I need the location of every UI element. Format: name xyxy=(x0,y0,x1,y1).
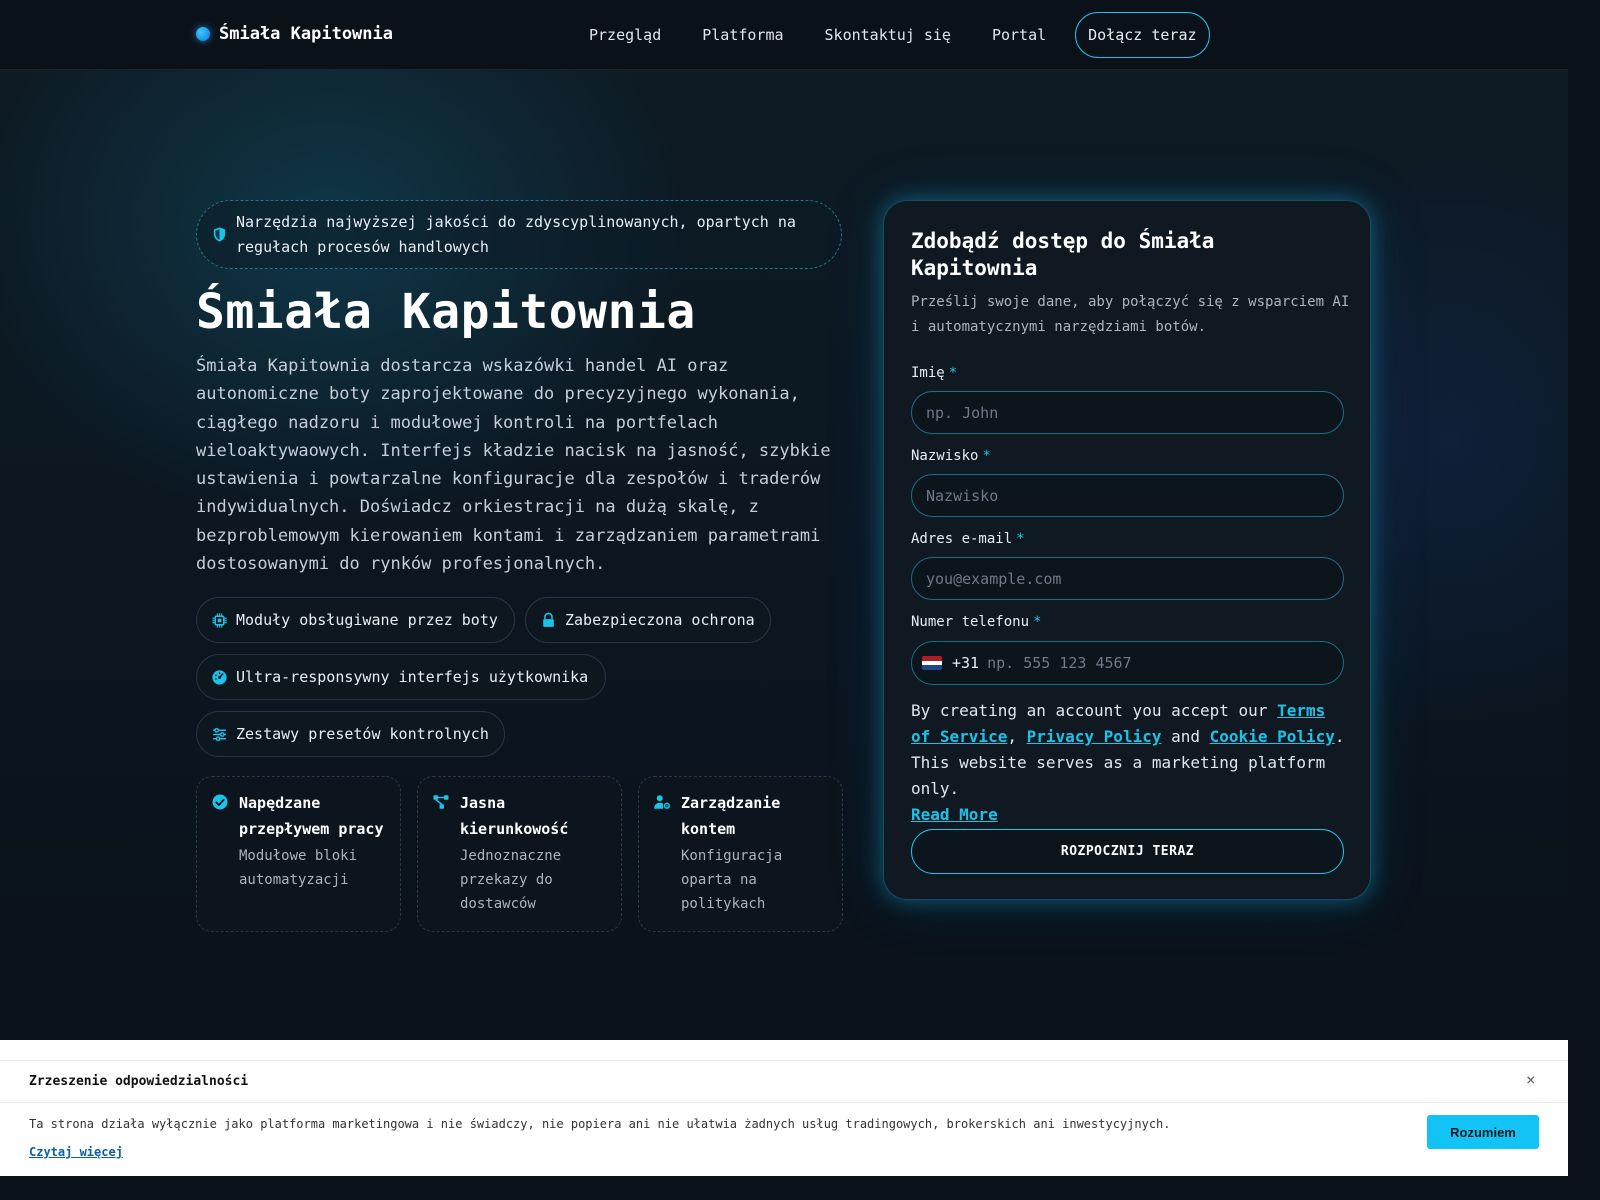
privacy-policy-link[interactable]: Privacy Policy xyxy=(1027,727,1162,746)
disclaimer-banner: Zrzeszenie odpowiedzialności × Ta strona… xyxy=(0,1040,1568,1176)
chip-label: Moduły obsługiwane przez boty xyxy=(236,611,498,629)
lock-icon xyxy=(543,612,554,627)
last-name-label: Nazwisko * xyxy=(911,448,991,464)
chip-label: Zestawy presetów kontrolnych xyxy=(236,725,489,743)
nav-link-portal[interactable]: Portal xyxy=(978,26,1060,44)
top-navbar: Śmiała Kapitownia Przegląd Platforma Sko… xyxy=(0,0,1568,70)
card-description: Modułowe bloki automatyzacji xyxy=(239,848,358,888)
cookie-policy-link[interactable]: Cookie Policy xyxy=(1210,727,1335,746)
user-gear-icon xyxy=(654,795,671,809)
phone-placeholder: np. 555 123 4567 xyxy=(987,654,1132,672)
branch-icon xyxy=(433,795,449,809)
dial-code[interactable]: +31 xyxy=(952,654,979,672)
terms-text: By creating an account you accept our Te… xyxy=(911,701,1345,824)
brand-dot-icon xyxy=(196,27,210,41)
card-workflow: Napędzane przepływem pracy Modułowe blok… xyxy=(196,776,401,932)
chip-label: Ultra-responsywny interfejs użytkownika xyxy=(236,668,589,686)
shield-icon xyxy=(213,227,226,242)
signup-form: Zdobądź dostęp do Śmiała Kapitownia Prze… xyxy=(883,200,1371,900)
last-name-input[interactable]: Nazwisko xyxy=(911,474,1344,517)
nav-link-platform[interactable]: Platforma xyxy=(688,26,797,44)
nav-link-overview[interactable]: Przegląd xyxy=(575,26,675,44)
card-description: Konfiguracja oparta na politykach xyxy=(681,848,783,912)
chip-bot-modules: Moduły obsługiwane przez boty xyxy=(196,597,515,643)
start-now-button[interactable]: ROZPOCZNIJ TERAZ xyxy=(911,829,1344,874)
disclaimer-text: Ta strona działa wyłącznie jako platform… xyxy=(29,1117,1171,1131)
hero-badge: Narzędzia najwyższej jakości do zdyscypl… xyxy=(196,200,842,269)
check-circle-icon xyxy=(212,794,228,810)
chip-control-presets: Zestawy presetów kontrolnych xyxy=(196,711,505,757)
hero-badge-text: Narzędzia najwyższej jakości do zdyscypl… xyxy=(236,212,796,256)
hero-description: Śmiała Kapitownia dostarcza wskazówki ha… xyxy=(196,356,831,575)
close-icon[interactable]: × xyxy=(1526,1070,1536,1089)
form-subtitle: Prześlij swoje dane, aby połączyć się z … xyxy=(911,294,1350,335)
join-now-button[interactable]: Dołącz teraz xyxy=(1075,12,1210,58)
brand-name: Śmiała Kapitownia xyxy=(219,24,393,44)
first-name-label: Imię * xyxy=(911,365,958,381)
chip-responsive-ui: Ultra-responsywny interfejs użytkownika xyxy=(196,654,606,700)
card-account-management: Zarządzanie kontem Konfiguracja oparta n… xyxy=(638,776,843,932)
card-title: Zarządzanie kontem xyxy=(681,794,781,838)
read-more-link[interactable]: Read More xyxy=(911,805,998,824)
gauge-icon xyxy=(212,669,227,685)
netherlands-flag-icon[interactable] xyxy=(922,656,942,670)
card-description: Jednoznaczne przekazy do dostawców xyxy=(460,848,562,912)
understand-button[interactable]: Rozumiem xyxy=(1427,1115,1539,1149)
phone-label: Numer telefonu * xyxy=(911,614,1042,630)
read-more-disclaimer-link[interactable]: Czytaj więcej xyxy=(29,1145,123,1159)
chip-icon xyxy=(212,612,227,628)
brand-logo[interactable]: Śmiała Kapitownia xyxy=(196,24,393,44)
chip-label: Zabezpieczona ochrona xyxy=(565,611,755,629)
card-title: Jasna kierunkowość xyxy=(460,794,569,838)
first-name-input[interactable]: np. John xyxy=(911,391,1344,434)
card-title: Napędzane przepływem pracy xyxy=(239,794,384,838)
form-title: Zdobądź dostęp do Śmiała Kapitownia xyxy=(911,229,1215,280)
email-input[interactable]: you@example.com xyxy=(911,557,1344,600)
disclaimer-title: Zrzeszenie odpowiedzialności xyxy=(29,1074,249,1089)
nav-link-contact[interactable]: Skontaktuj się xyxy=(811,26,965,44)
hero-title: Śmiała Kapitownia xyxy=(196,284,696,340)
email-label: Adres e-mail * xyxy=(911,531,1025,547)
chip-security: Zabezpieczona ochrona xyxy=(525,597,771,643)
sliders-icon xyxy=(213,727,226,741)
card-direction: Jasna kierunkowość Jednoznaczne przekazy… xyxy=(417,776,622,932)
nav-links: Przegląd Platforma Skontaktuj się Portal… xyxy=(575,12,1210,58)
phone-input[interactable]: +31 np. 555 123 4567 xyxy=(911,641,1344,685)
